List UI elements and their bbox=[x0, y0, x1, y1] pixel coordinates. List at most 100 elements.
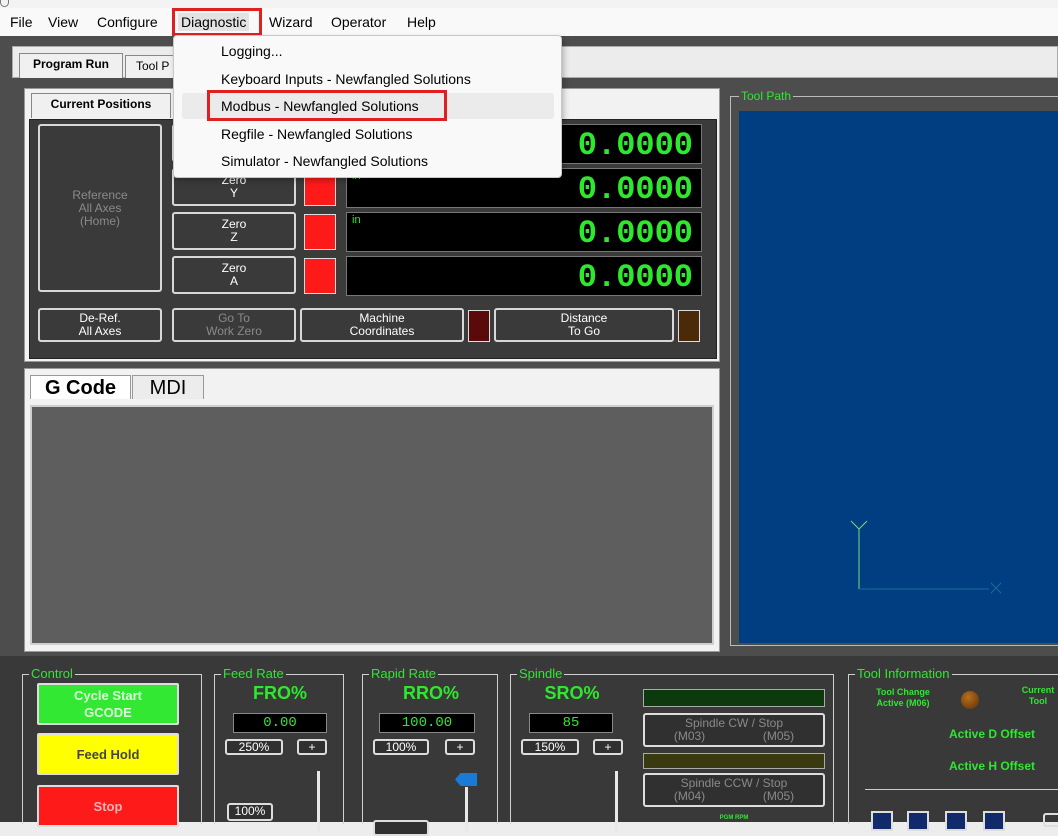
spindle-cw-label: Spindle CW / Stop bbox=[684, 716, 784, 730]
dro-y-value: 0.0000 bbox=[577, 171, 693, 208]
diagnostic-dropdown-menu: Logging... Keyboard Inputs - Newfangled … bbox=[173, 35, 562, 178]
tool-info-divider bbox=[865, 789, 1058, 790]
rapid-rate-title: Rapid Rate bbox=[369, 666, 439, 682]
current-tool-line2: Tool bbox=[1028, 696, 1048, 706]
menu-item-regfile[interactable]: Regfile - Newfangled Solutions bbox=[182, 121, 554, 147]
sro-slider[interactable] bbox=[615, 771, 618, 831]
pgm-rpm-label: PGM RPM bbox=[719, 815, 749, 821]
spindle-ccw-m04: (M04) bbox=[673, 789, 706, 803]
stop-button[interactable]: Stop bbox=[37, 785, 179, 827]
fro-250-button[interactable]: 250% bbox=[225, 739, 283, 755]
feed-hold-label: Feed Hold bbox=[76, 746, 140, 762]
tool-info-square-2 bbox=[907, 811, 929, 831]
spindle-group: Spindle SRO% 85 150% + Spindle CW / Stop… bbox=[510, 666, 834, 831]
fro-value: 0.00 bbox=[233, 713, 327, 733]
machine-line2: Coordinates bbox=[349, 324, 415, 338]
menu-file[interactable]: File bbox=[7, 13, 36, 31]
reference-all-axes-button[interactable]: Reference All Axes (Home) bbox=[38, 124, 162, 292]
go-to-work-zero-button[interactable]: Go To Work Zero bbox=[172, 308, 296, 342]
dro-x-value: 0.0000 bbox=[577, 127, 693, 164]
dro-z-unit: in bbox=[352, 214, 361, 226]
rro-100-button[interactable]: 100% bbox=[373, 739, 429, 755]
rro-plus-button[interactable]: + bbox=[445, 739, 475, 755]
spindle-title: Spindle bbox=[517, 666, 565, 682]
spindle-cw-stop-button[interactable]: Spindle CW / Stop (M03) (M05) bbox=[643, 713, 825, 747]
tab-mdi[interactable]: MDI bbox=[132, 375, 204, 399]
reference-line1: Reference bbox=[72, 187, 128, 202]
fro-slider[interactable] bbox=[317, 771, 320, 831]
spindle-cw-m05: (M05) bbox=[762, 729, 795, 743]
reference-line3: (Home) bbox=[79, 213, 120, 228]
distance-to-go-led bbox=[678, 310, 700, 342]
menu-item-keyboard-inputs[interactable]: Keyboard Inputs - Newfangled Solutions bbox=[182, 66, 554, 92]
tool-path-title: Tool Path bbox=[739, 89, 794, 103]
gcode-frame: G Code MDI bbox=[24, 368, 720, 652]
zero-a-button[interactable]: Zero A bbox=[172, 256, 296, 294]
sro-plus-button[interactable]: + bbox=[593, 739, 623, 755]
cycle-start-button[interactable]: Cycle Start GCODE bbox=[37, 683, 179, 725]
stop-label: Stop bbox=[93, 798, 123, 814]
deref-line2: All Axes bbox=[78, 324, 122, 338]
tab-program-run[interactable]: Program Run bbox=[19, 53, 123, 78]
tool-change-label: Tool Change Active (M06) bbox=[863, 687, 943, 709]
cycle-start-line2: GCODE bbox=[84, 705, 132, 720]
rro-slider-handle[interactable] bbox=[455, 773, 477, 786]
menu-bar: File View Configure Diagnostic Wizard Op… bbox=[0, 8, 1058, 36]
zero-z-button[interactable]: Zero Z bbox=[172, 212, 296, 250]
spindle-cw-indicator bbox=[643, 689, 825, 707]
control-title: Control bbox=[29, 666, 75, 682]
tool-change-led bbox=[961, 691, 979, 709]
a-axis-led bbox=[304, 258, 336, 294]
rro-lower-button[interactable] bbox=[373, 820, 429, 836]
tab-current-positions[interactable]: Current Positions bbox=[31, 93, 171, 118]
feed-hold-button[interactable]: Feed Hold bbox=[37, 733, 179, 775]
dro-a-value: 0.0000 bbox=[577, 259, 693, 296]
dtg-line2: To Go bbox=[567, 324, 600, 338]
cycle-start-line1: Cycle Start bbox=[74, 688, 142, 703]
current-tool-line1: Current bbox=[1021, 685, 1055, 695]
spindle-ccw-m05: (M05) bbox=[762, 789, 795, 803]
tab-gcode[interactable]: G Code bbox=[30, 375, 131, 399]
modbus-highlight-box bbox=[207, 90, 447, 121]
rapid-rate-group: Rapid Rate RRO% 100.00 100% + bbox=[362, 666, 498, 836]
dro-z: in 0.0000 bbox=[346, 212, 702, 252]
gcode-display[interactable] bbox=[30, 405, 714, 645]
fro-100-button[interactable]: 100% bbox=[227, 803, 273, 821]
tool-path-canvas[interactable] bbox=[739, 111, 1058, 643]
sro-value: 85 bbox=[529, 713, 613, 733]
title-bar bbox=[0, 0, 1058, 8]
tool-info-button-partial[interactable] bbox=[1043, 813, 1058, 827]
menu-item-simulator[interactable]: Simulator - Newfangled Solutions bbox=[182, 148, 554, 174]
active-h-offset-label: Active H Offset bbox=[949, 759, 1036, 773]
distance-to-go-button[interactable]: Distance To Go bbox=[494, 308, 674, 342]
tool-information-group: Tool Information Tool Change Active (M06… bbox=[848, 666, 1058, 831]
menu-operator[interactable]: Operator bbox=[328, 13, 389, 31]
tool-path-axes-icon bbox=[850, 520, 1002, 594]
current-tool-label: Current Tool bbox=[1013, 685, 1058, 707]
feed-rate-group: Feed Rate FRO% 0.00 250% + 100% bbox=[214, 666, 344, 831]
rro-value: 100.00 bbox=[379, 713, 475, 733]
zero-z-axis: Z bbox=[230, 230, 238, 244]
tool-change-line1: Tool Change bbox=[876, 687, 930, 697]
menu-configure[interactable]: Configure bbox=[94, 13, 161, 31]
menu-help[interactable]: Help bbox=[404, 13, 439, 31]
z-axis-led bbox=[304, 214, 336, 250]
menu-item-logging[interactable]: Logging... bbox=[182, 38, 554, 64]
menu-view[interactable]: View bbox=[45, 13, 81, 31]
tool-info-square-4 bbox=[983, 811, 1005, 831]
spindle-ccw-codes: (M04) (M05) bbox=[645, 790, 823, 803]
menu-wizard[interactable]: Wizard bbox=[266, 13, 316, 31]
spindle-ccw-stop-button[interactable]: Spindle CCW / Stop (M04) (M05) bbox=[643, 773, 825, 807]
control-group: Control Cycle Start GCODE Feed Hold Stop bbox=[22, 666, 202, 827]
de-ref-all-axes-button[interactable]: De-Ref. All Axes bbox=[38, 308, 162, 342]
tool-change-line2: Active (M06) bbox=[876, 698, 930, 708]
fro-plus-button[interactable]: + bbox=[297, 739, 327, 755]
rro-slider[interactable] bbox=[465, 787, 468, 831]
app-icon bbox=[0, 0, 9, 7]
diagnostic-highlight-box bbox=[172, 8, 262, 36]
spindle-cw-codes: (M03) (M05) bbox=[645, 730, 823, 743]
sro-150-button[interactable]: 150% bbox=[521, 739, 579, 755]
machine-coordinates-button[interactable]: Machine Coordinates bbox=[300, 308, 464, 342]
zero-y-axis: Y bbox=[229, 186, 238, 200]
reference-line2: All Axes bbox=[78, 200, 122, 215]
